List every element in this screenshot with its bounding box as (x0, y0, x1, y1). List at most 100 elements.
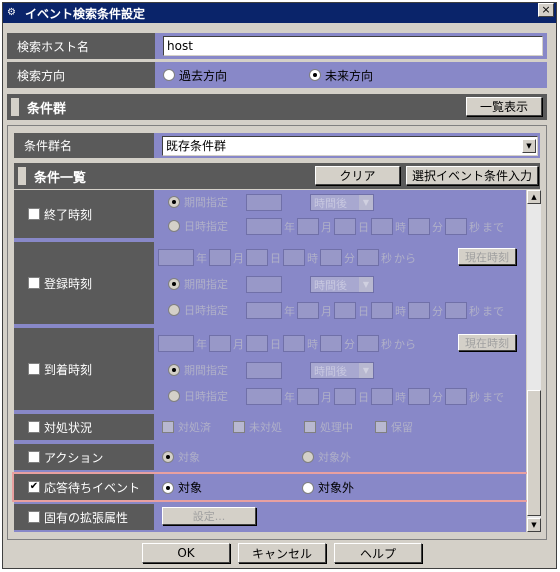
radio-future[interactable]: 未来方向 (309, 67, 373, 84)
arr-time-label: 到着時刻 (44, 362, 93, 377)
reg-period-radio[interactable]: 期間指定 (168, 276, 228, 292)
reg-from-day-input[interactable] (246, 249, 268, 266)
reg-day-input[interactable] (334, 302, 356, 319)
group-name-value: 既存条件群 (166, 139, 227, 153)
dropdown-arrow-icon[interactable]: ▼ (359, 277, 373, 292)
cancel-button[interactable]: キャンセル (238, 543, 326, 563)
end-unit-select[interactable]: 時間後 ▼ (310, 194, 374, 211)
clear-button[interactable]: クリア (315, 166, 400, 185)
title-bar: ⚙ イベント検索条件設定 (3, 3, 556, 23)
arr-from-second-unit: 秒 (381, 337, 392, 351)
ok-button[interactable]: OK (142, 543, 230, 563)
host-input[interactable]: host (163, 36, 543, 56)
action-target-dot[interactable] (162, 451, 174, 463)
arr-from-second-input[interactable] (357, 335, 379, 352)
arr-from-hour-input[interactable] (283, 335, 305, 352)
arr-day-input[interactable] (334, 388, 356, 405)
arr-period-dot[interactable] (168, 364, 180, 376)
end-day-input[interactable] (334, 218, 356, 235)
status-opt-hold[interactable]: 保留 (375, 419, 413, 435)
reg-period-dot[interactable] (168, 278, 180, 290)
status-opt-hold-box[interactable] (375, 421, 387, 433)
host-row: host (155, 33, 547, 59)
arr-now-button[interactable]: 現在時刻 (458, 334, 516, 351)
radio-future-dot[interactable] (309, 69, 321, 81)
reg-unit-select[interactable]: 時間後 ▼ (310, 276, 374, 293)
action-nontarget-radio[interactable]: 対象外 (302, 449, 351, 465)
end-year-input[interactable] (246, 218, 282, 235)
end-time-checkbox[interactable] (28, 208, 40, 220)
dropdown-arrow-icon[interactable]: ▼ (522, 138, 536, 153)
end-period-input[interactable] (246, 194, 282, 211)
dropdown-arrow-icon[interactable]: ▼ (359, 195, 373, 210)
reg-second-input[interactable] (445, 302, 467, 319)
reg-time-checkbox[interactable] (28, 277, 40, 289)
arr-from-day-input[interactable] (246, 335, 268, 352)
highlight-frame (12, 472, 530, 502)
ext-checkbox[interactable] (28, 511, 40, 523)
arr-from-year-unit: 年 (196, 337, 207, 351)
end-datetime-radio[interactable]: 日時指定 (168, 218, 228, 234)
status-opt-processing[interactable]: 処理中 (304, 419, 353, 435)
radio-future-label: 未来方向 (325, 68, 374, 83)
reg-from-year-input[interactable] (158, 249, 194, 266)
arr-datetime-radio[interactable]: 日時指定 (168, 388, 228, 404)
arr-unit-select[interactable]: 時間後 ▼ (310, 362, 374, 379)
list-display-button[interactable]: 一覧表示 (466, 97, 542, 116)
status-opt-undone[interactable]: 未対処 (233, 419, 282, 435)
action-nontarget-dot[interactable] (302, 451, 314, 463)
select-event-condition-button[interactable]: 選択イベント条件入力 (406, 166, 538, 185)
arr-month-input[interactable] (297, 388, 319, 405)
reg-datetime-dot[interactable] (168, 304, 180, 316)
help-button[interactable]: ヘルプ (334, 543, 422, 563)
scroll-up-icon[interactable]: ▲ (527, 190, 541, 204)
arr-minute-input[interactable] (408, 388, 430, 405)
arr-from-minute-input[interactable] (320, 335, 342, 352)
reg-from-day-unit: 日 (270, 251, 281, 265)
arr-hour-input[interactable] (371, 388, 393, 405)
dropdown-arrow-icon[interactable]: ▼ (359, 363, 373, 378)
arr-second-input[interactable] (445, 388, 467, 405)
status-opt-done-box[interactable] (162, 421, 174, 433)
end-period-radio[interactable]: 期間指定 (168, 194, 228, 210)
arr-period-input[interactable] (246, 362, 282, 379)
radio-past[interactable]: 過去方向 (163, 67, 303, 84)
reg-until-text: まで (482, 304, 504, 318)
status-opt-done[interactable]: 対処済 (162, 419, 211, 435)
scroll-thumb[interactable] (527, 390, 541, 516)
arr-from-year-input[interactable] (158, 335, 194, 352)
scroll-down-icon[interactable]: ▼ (527, 518, 541, 532)
end-datetime-dot[interactable] (168, 220, 180, 232)
end-second-input[interactable] (445, 218, 467, 235)
reg-datetime-radio[interactable]: 日時指定 (168, 302, 228, 318)
reg-hour-input[interactable] (371, 302, 393, 319)
arr-time-checkbox[interactable] (28, 363, 40, 375)
reg-from-month-input[interactable] (209, 249, 231, 266)
reg-period-input[interactable] (246, 276, 282, 293)
reg-year-input[interactable] (246, 302, 282, 319)
status-opt-undone-box[interactable] (233, 421, 245, 433)
arr-from-month-input[interactable] (209, 335, 231, 352)
arr-period-radio[interactable]: 期間指定 (168, 362, 228, 378)
reg-from-minute-input[interactable] (320, 249, 342, 266)
end-month-input[interactable] (297, 218, 319, 235)
arr-datetime-dot[interactable] (168, 390, 180, 402)
end-minute-input[interactable] (408, 218, 430, 235)
close-button[interactable]: × (538, 3, 554, 17)
action-checkbox[interactable] (28, 451, 40, 463)
status-opt-processing-label: 処理中 (320, 421, 353, 434)
reg-minute-input[interactable] (408, 302, 430, 319)
reg-month-input[interactable] (297, 302, 319, 319)
ext-settings-button[interactable]: 設定... (162, 507, 256, 525)
reg-from-second-input[interactable] (357, 249, 379, 266)
end-hour-input[interactable] (371, 218, 393, 235)
status-opt-processing-box[interactable] (304, 421, 316, 433)
end-period-dot[interactable] (168, 196, 180, 208)
reg-from-hour-input[interactable] (283, 249, 305, 266)
reg-now-button[interactable]: 現在時刻 (458, 248, 516, 265)
group-name-select[interactable]: 既存条件群 ▼ (162, 135, 538, 156)
radio-past-dot[interactable] (163, 69, 175, 81)
arr-year-input[interactable] (246, 388, 282, 405)
action-target-radio[interactable]: 対象 (162, 449, 200, 465)
status-checkbox[interactable] (28, 421, 40, 433)
